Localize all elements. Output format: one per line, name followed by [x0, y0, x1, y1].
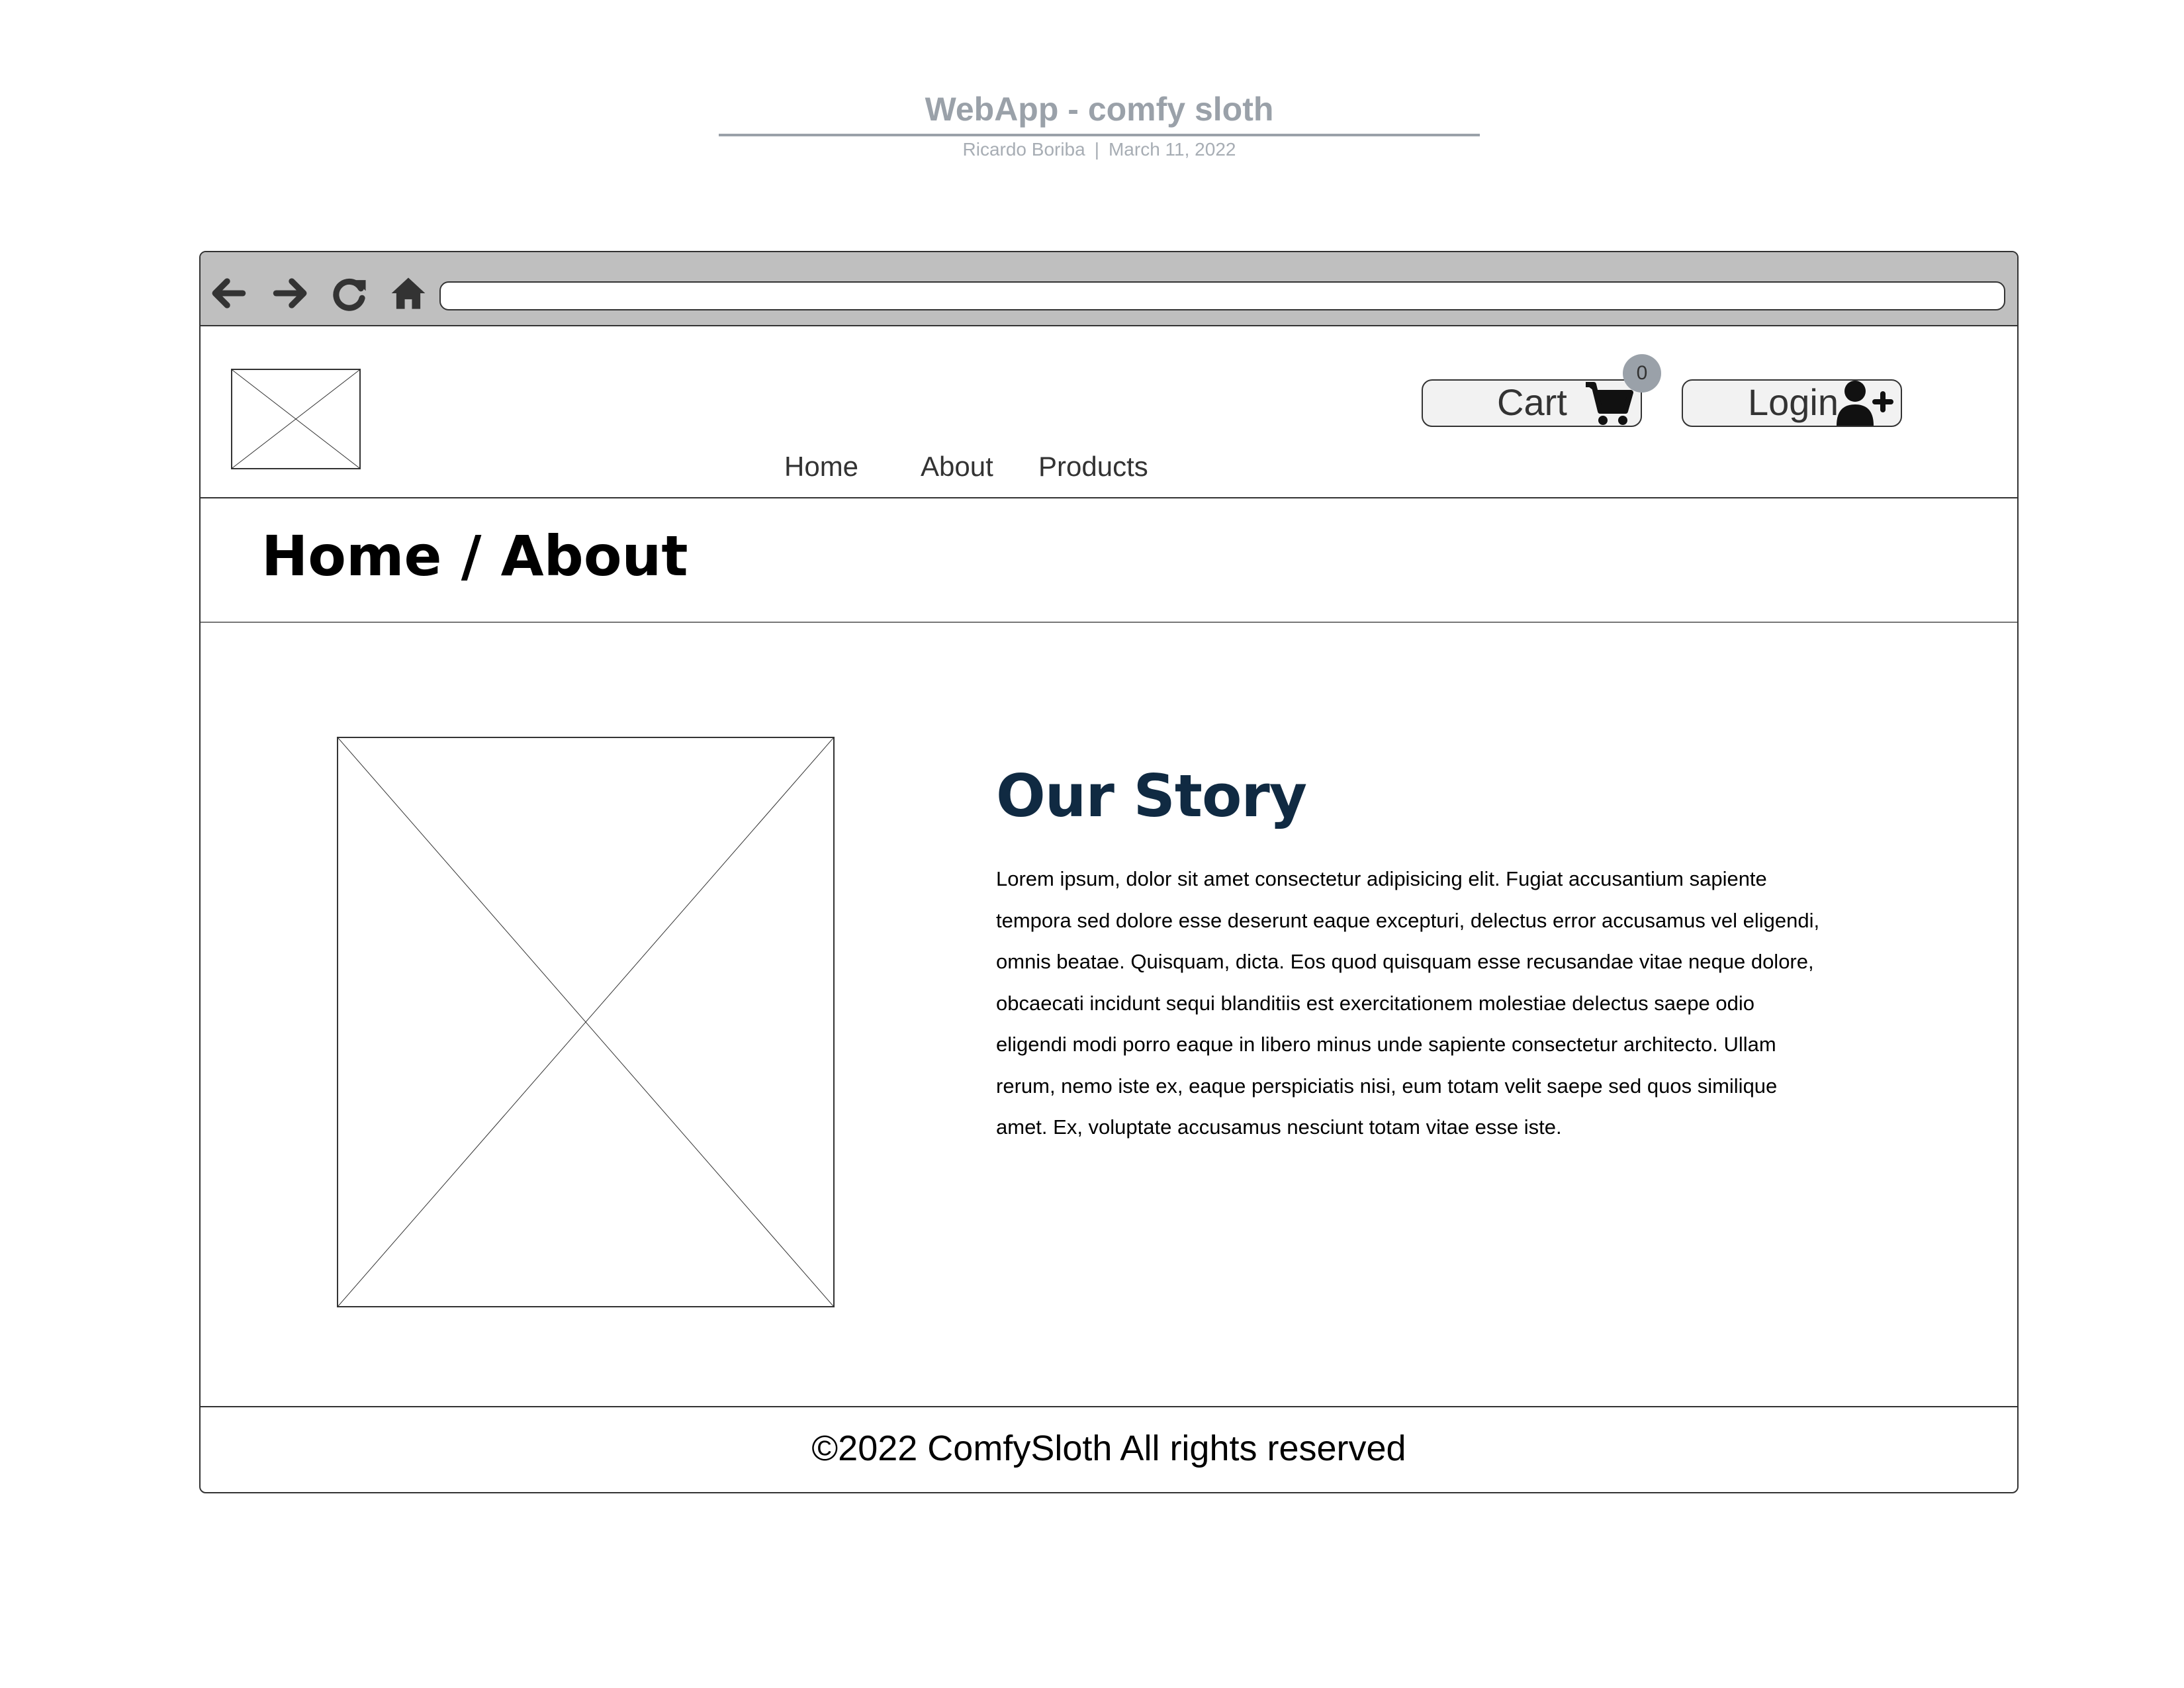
browser-toolbar	[201, 252, 2017, 326]
breadcrumb-bar: Home / About	[201, 498, 2017, 623]
nav-link-home[interactable]: Home	[784, 451, 858, 483]
login-button[interactable]: Login	[1682, 379, 1902, 427]
cart-icon	[1586, 382, 1633, 425]
document-title: WebApp - comfy sloth	[719, 85, 1480, 136]
cart-button[interactable]: Cart	[1422, 379, 1642, 427]
story-body: Lorem ipsum, dolor sit amet consectetur …	[996, 867, 1820, 1139]
document-date: March 11, 2022	[1108, 139, 1236, 160]
home-button[interactable]	[387, 272, 430, 314]
logo-placeholder[interactable]	[231, 369, 361, 469]
arrow-right-icon	[273, 278, 307, 308]
address-bar[interactable]	[439, 281, 2005, 310]
image-placeholder-icon	[338, 738, 833, 1306]
cart-label: Cart	[1497, 381, 1567, 423]
forward-button[interactable]	[269, 272, 312, 314]
app-footer: ©2022 ComfySloth All rights reserved	[201, 1406, 2017, 1492]
story-heading: Our Story	[996, 762, 1307, 830]
reload-button[interactable]	[329, 272, 371, 314]
reload-icon	[333, 278, 366, 311]
meta-separator: |	[1094, 139, 1099, 160]
user-plus-icon	[1837, 381, 1893, 426]
footer-copyright: ©2022 ComfySloth All rights reserved	[811, 1429, 1406, 1468]
login-label: Login	[1748, 381, 1839, 423]
breadcrumb: Home / About	[261, 524, 688, 588]
nav-link-products[interactable]: Products	[1038, 451, 1148, 483]
browser-window: Home About Products Cart 0 Login Home / …	[199, 251, 2019, 1493]
story-image-placeholder	[337, 737, 835, 1307]
app-header: Home About Products Cart 0 Login	[201, 326, 2017, 498]
nav-link-about[interactable]: About	[921, 451, 993, 483]
back-button[interactable]	[207, 272, 250, 314]
document-author: Ricardo Boriba	[962, 139, 1085, 160]
arrow-left-icon	[212, 278, 246, 308]
cart-count-badge: 0	[1623, 354, 1661, 393]
document-meta: Ricardo Boriba | March 11, 2022	[719, 139, 1480, 160]
home-icon	[391, 277, 426, 309]
image-placeholder-icon	[232, 370, 359, 468]
